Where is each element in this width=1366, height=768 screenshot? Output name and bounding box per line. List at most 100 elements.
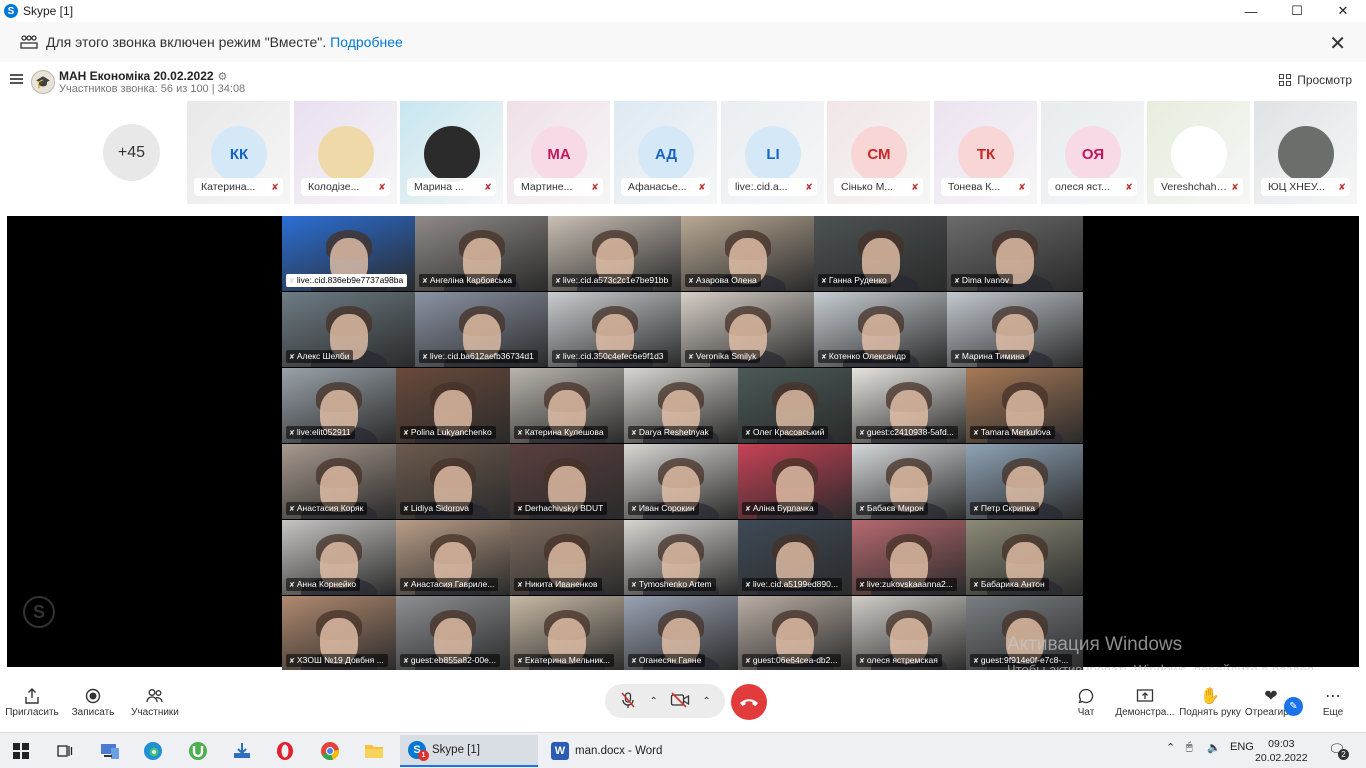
video-tile[interactable]: ✘ Анастасия Гавриле... bbox=[396, 520, 510, 595]
conversation-title[interactable]: МАН Економіка 20.02.2022 ⚙ bbox=[59, 69, 227, 83]
video-tile[interactable]: ✘ live:zukovskaaanna2... bbox=[852, 520, 966, 595]
video-tile[interactable]: ✘ guest:c2410938-5afd... bbox=[852, 368, 966, 443]
video-tile[interactable]: ✘ Derhachivskyi BDUT bbox=[510, 444, 624, 519]
video-tile[interactable]: ✘ Ангеліна Карбовська bbox=[415, 216, 548, 291]
participant-card[interactable]: КК Катерина... ✘ bbox=[187, 101, 290, 204]
settings-gear-icon[interactable]: ⚙ bbox=[218, 71, 228, 83]
input-language[interactable]: ENG bbox=[1230, 741, 1254, 753]
close-banner-icon[interactable]: ✕ bbox=[1329, 31, 1346, 56]
video-tile[interactable]: ✘ Азарова Олена bbox=[681, 216, 814, 291]
participant-card[interactable]: АД Афанасье... ✘ bbox=[614, 101, 717, 204]
record-button[interactable]: Записать bbox=[70, 685, 116, 718]
view-button[interactable]: Просмотр bbox=[1279, 73, 1352, 87]
group-avatar[interactable]: 🎓 bbox=[31, 70, 55, 94]
video-tile-name-label: ✘ олеся ястремская bbox=[856, 654, 942, 667]
hang-up-button[interactable] bbox=[731, 684, 767, 720]
participant-card[interactable]: МА Мартине... ✘ bbox=[507, 101, 610, 204]
video-tile[interactable]: ✘ Анастасия Коряк bbox=[282, 444, 396, 519]
chrome-browser-icon[interactable] bbox=[318, 739, 342, 763]
video-tile[interactable]: ✘ live:.cid.350c4efec6e9f1d3 bbox=[548, 292, 681, 367]
participant-card[interactable]: ТК Тонева К... ✘ bbox=[934, 101, 1037, 204]
learn-more-link[interactable]: Подробнее bbox=[330, 34, 403, 50]
mic-muted-icon: ✘ bbox=[973, 430, 979, 437]
video-tile[interactable]: ✘ Никита Иваненков bbox=[510, 520, 624, 595]
invite-button[interactable]: Пригласить bbox=[4, 685, 60, 718]
task-view-icon[interactable] bbox=[52, 739, 76, 763]
mic-muted-icon[interactable] bbox=[619, 691, 637, 712]
opera-browser-icon[interactable] bbox=[273, 739, 297, 763]
video-tile[interactable]: ✘ live:.cid.ba612aefb36734d1 bbox=[415, 292, 548, 367]
file-explorer-icon[interactable] bbox=[362, 739, 386, 763]
video-tile[interactable]: ✘ Котенко Олександр bbox=[814, 292, 947, 367]
video-tile[interactable]: ✘ Tamara Merkulova bbox=[966, 368, 1083, 443]
download-manager-icon[interactable] bbox=[230, 739, 254, 763]
more-participants-button[interactable]: +45 bbox=[103, 124, 160, 181]
tray-chevron-icon[interactable]: ⌃ bbox=[1166, 741, 1175, 754]
video-tile[interactable]: ✘ Катерина Кулешова bbox=[510, 368, 624, 443]
video-tile[interactable]: ✘ Олег Красовський bbox=[738, 368, 852, 443]
pen-icon[interactable]: ✎ bbox=[1284, 697, 1303, 716]
video-tile[interactable]: ✘ guest:06e64cea-db2... bbox=[738, 596, 852, 671]
video-tile[interactable]: ✘ Ганна Руденко bbox=[814, 216, 947, 291]
maximize-button[interactable]: ☐ bbox=[1274, 0, 1320, 22]
taskbar-skype[interactable]: S1 Skype [1] bbox=[400, 735, 538, 767]
video-tile-name-label: ✘ Алекс Шелби bbox=[286, 350, 354, 363]
share-screen-button[interactable]: Демонстра... bbox=[1114, 685, 1176, 718]
video-tile[interactable]: ✘ live:.cid.a5199ed890... bbox=[738, 520, 852, 595]
video-tile[interactable]: ✘ Аліна Бурлачка bbox=[738, 444, 852, 519]
more-button[interactable]: ⋯ Еще bbox=[1318, 685, 1348, 718]
video-tile[interactable]: ✘ Polina Lukyanchenko bbox=[396, 368, 510, 443]
participant-card[interactable]: LI live:.cid.a... ✘ bbox=[721, 101, 824, 204]
video-tile[interactable]: ✘ live:elit052911 bbox=[282, 368, 396, 443]
video-tile[interactable]: ✘ Оганесян Гаяне bbox=[624, 596, 738, 671]
video-tile-name: live:.cid.a5199ed890... bbox=[752, 579, 838, 589]
video-tile[interactable]: ✘ Dima Ivanov bbox=[947, 216, 1083, 291]
notification-center-icon[interactable]: 🗨 2 bbox=[1328, 741, 1349, 760]
chat-button[interactable]: Чат bbox=[1072, 685, 1100, 718]
video-tile[interactable]: ✘ Tymoshenko Artem bbox=[624, 520, 738, 595]
network-icon[interactable]: 🖱 bbox=[1186, 741, 1193, 754]
windows-start-icon[interactable] bbox=[9, 739, 33, 763]
video-tile[interactable]: ✘ guest:eb855a82-00e... bbox=[396, 596, 510, 671]
video-tile[interactable]: ✘ Алекс Шелби bbox=[282, 292, 415, 367]
participant-card[interactable]: ЮЦ ХНЕУ... ✘ bbox=[1254, 101, 1357, 204]
video-tile[interactable]: ✘ Veronika Smilyk bbox=[681, 292, 814, 367]
volume-icon[interactable]: 🔈 bbox=[1207, 741, 1221, 754]
video-tile[interactable]: ✘ Бабаєв Мирон bbox=[852, 444, 966, 519]
taskbar-clock[interactable]: 09:03 20.02.2022 bbox=[1255, 737, 1308, 765]
conversation-header: 🎓 МАН Економіка 20.02.2022 ⚙ Участников з… bbox=[0, 62, 1366, 98]
video-tile[interactable]: ✘ Lidiya Sidorova bbox=[396, 444, 510, 519]
video-tile[interactable]: ✘ Иван Сорокин bbox=[624, 444, 738, 519]
video-tile-name-label: ✘ Veronika Smilyk bbox=[685, 350, 761, 363]
video-tile[interactable]: ✘ Бабарика Антон bbox=[966, 520, 1083, 595]
video-tile[interactable]: ✘ Петр Скрипка bbox=[966, 444, 1083, 519]
mic-options-chevron-icon[interactable]: ⌃ bbox=[649, 696, 657, 707]
video-tile[interactable]: ✘ Екатерина Мельник... bbox=[510, 596, 624, 671]
video-tile[interactable]: ✘ Марина Тимина bbox=[947, 292, 1083, 367]
participant-card[interactable]: Vereshchahin... ✘ bbox=[1147, 101, 1250, 204]
video-tile[interactable]: ✘ Darya Reshetnyak bbox=[624, 368, 738, 443]
taskbar-word[interactable]: W man.docx - Word bbox=[543, 735, 665, 767]
close-window-button[interactable]: ✕ bbox=[1320, 0, 1366, 22]
participant-card[interactable]: Колодізе... ✘ bbox=[294, 101, 397, 204]
edge-browser-icon[interactable] bbox=[141, 739, 165, 763]
pc-icon[interactable] bbox=[98, 739, 122, 763]
video-tile[interactable]: ✘ live:.cid.a573c2c1e7be91bb bbox=[548, 216, 681, 291]
video-tile-name-label: ✘ Олег Красовський bbox=[742, 426, 829, 439]
video-tile[interactable]: ✘ live:.cid.836eb9e7737a98ba bbox=[282, 216, 415, 291]
participants-button[interactable]: Участники bbox=[128, 685, 182, 718]
video-tile-name: Polina Lukyanchenko bbox=[410, 427, 492, 437]
video-off-icon[interactable] bbox=[670, 691, 690, 712]
minimize-button[interactable]: — bbox=[1228, 0, 1274, 22]
torrent-icon[interactable] bbox=[186, 739, 210, 763]
video-options-chevron-icon[interactable]: ⌃ bbox=[702, 696, 710, 707]
video-tile[interactable]: ✘ ХЗОШ №19 Довбня ... bbox=[282, 596, 396, 671]
mic-muted-icon: ✘ bbox=[289, 278, 295, 285]
video-tile[interactable]: ✘ олеся ястремская bbox=[852, 596, 966, 671]
raise-hand-button[interactable]: ✋ Поднять руку bbox=[1178, 685, 1242, 718]
participant-card[interactable]: ОЯ олеся яст... ✘ bbox=[1041, 101, 1144, 204]
video-tile[interactable]: ✘ Анна Корнейко bbox=[282, 520, 396, 595]
participant-card[interactable]: СМ Сінько М... ✘ bbox=[827, 101, 930, 204]
participant-card[interactable]: Марина ... ✘ bbox=[400, 101, 503, 204]
menu-icon[interactable] bbox=[10, 74, 23, 84]
